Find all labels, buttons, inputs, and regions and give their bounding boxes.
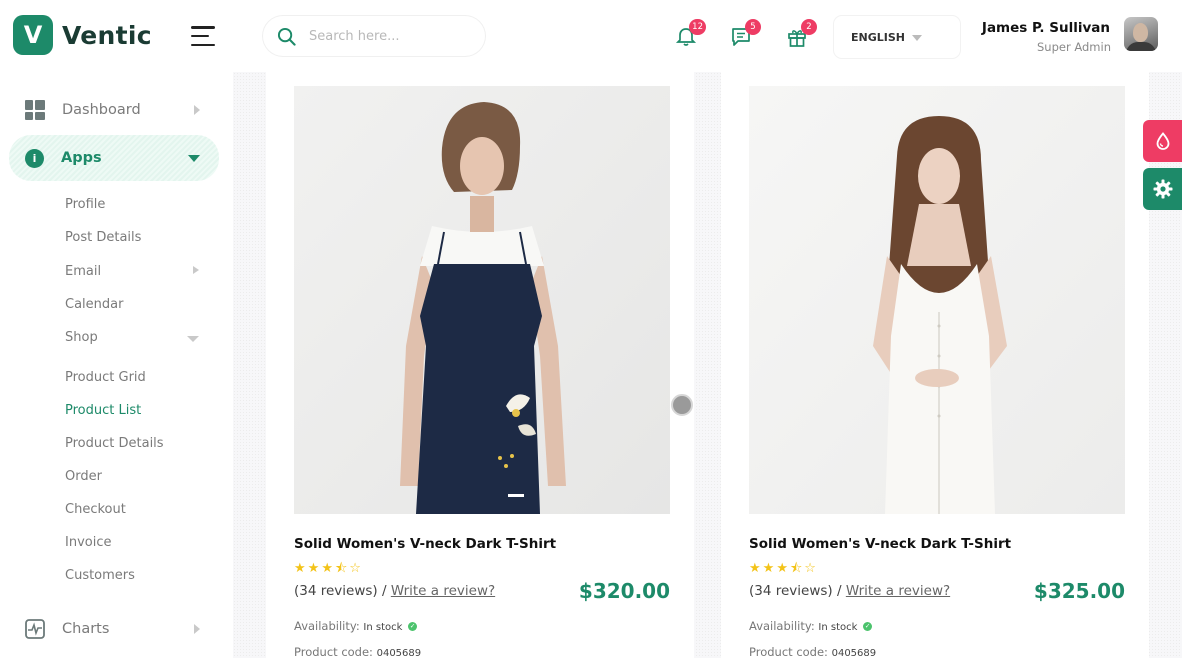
sidebar-item-dashboard[interactable]: Dashboard — [9, 87, 219, 133]
brand-name: Ventic — [62, 20, 152, 50]
product-price: $325.00 — [1033, 579, 1125, 603]
product-code: Product code: 0405689 — [294, 645, 421, 658]
pulse-chart-icon — [25, 619, 45, 639]
product-list-content: Solid Women's V-neck Dark T-Shirt ★ ★ ★ ⯪ ☆ … — [233, 72, 1182, 658]
dashboard-grid-icon — [25, 100, 45, 120]
chevron-right-icon — [194, 105, 200, 115]
chevron-down-icon — [912, 35, 922, 41]
product-code-label: Product code: — [749, 645, 828, 658]
info-icon: i — [25, 148, 44, 168]
sidebar-item-label: Charts — [62, 621, 110, 637]
language-select[interactable]: ENGLISH — [834, 16, 960, 58]
write-review-link[interactable]: Write a review? — [391, 583, 495, 599]
gifts-button[interactable]: 2 — [786, 19, 817, 48]
rating-stars: ★ ★ ★ ⯪ ☆ — [294, 562, 361, 575]
sidebar-item-label: Apps — [61, 150, 102, 166]
product-card: Solid Women's V-neck Dark T-Shirt ★ ★ ★ ⯪ ☆ … — [266, 72, 694, 658]
star-half-icon: ⯪ — [789, 561, 803, 576]
avatar[interactable] — [1124, 17, 1158, 51]
sidebar-subitem-checkout[interactable]: Checkout — [65, 502, 126, 517]
star-full-icon: ★ — [294, 561, 306, 576]
chevron-down-icon — [188, 154, 200, 162]
star-full-icon: ★ — [321, 561, 333, 576]
review-count: (34 reviews) — [749, 583, 833, 599]
gift-count-badge: 2 — [801, 19, 817, 35]
product-code-value: 0405689 — [376, 648, 422, 658]
availability-label: Availability: — [294, 619, 360, 633]
gear-icon — [1153, 179, 1172, 199]
star-full-icon: ★ — [762, 561, 775, 576]
chevron-right-icon — [194, 624, 200, 634]
user-name[interactable]: James P. Sullivan — [982, 20, 1110, 36]
sidebar-subitem-profile[interactable]: Profile — [65, 197, 105, 212]
review-summary: (34 reviews) / Write a review? — [294, 583, 495, 599]
check-circle-icon: ✓ — [863, 622, 873, 631]
rating-stars: ★ ★ ★ ⯪ ☆ — [749, 562, 816, 575]
user-role: Super Admin — [1037, 40, 1111, 54]
review-count: (34 reviews) — [294, 583, 378, 599]
logo[interactable]: V Ventic — [13, 15, 152, 55]
review-separator: / — [836, 583, 842, 599]
sidebar-item-charts[interactable]: Charts — [9, 606, 219, 652]
sidebar-subitem-product-grid[interactable]: Product Grid — [65, 370, 146, 385]
search-icon — [277, 27, 296, 46]
availability-value: In stock — [818, 622, 858, 633]
drag-handle[interactable] — [671, 394, 693, 416]
availability: Availability: In stock ✓ — [749, 619, 873, 633]
availability-label: Availability: — [749, 619, 815, 633]
search-box[interactable] — [263, 16, 485, 56]
settings-button[interactable] — [1143, 168, 1182, 210]
product-title[interactable]: Solid Women's V-neck Dark T-Shirt — [294, 536, 556, 552]
theme-color-button[interactable] — [1143, 120, 1182, 162]
search-input[interactable] — [309, 28, 469, 44]
product-image[interactable] — [749, 86, 1125, 514]
messages-button[interactable]: 5 — [730, 19, 761, 48]
product-card: Solid Women's V-neck Dark T-Shirt ★ ★ ★ ⯪ ☆ … — [721, 72, 1149, 658]
chevron-right-icon — [193, 266, 199, 274]
message-count-badge: 5 — [745, 19, 761, 35]
star-empty-icon: ☆ — [349, 561, 361, 576]
sidebar-subitem-order[interactable]: Order — [65, 469, 102, 484]
check-circle-icon: ✓ — [408, 622, 418, 631]
sidebar-subitem-calendar[interactable]: Calendar — [65, 297, 123, 312]
droplet-icon — [1156, 132, 1169, 150]
sidebar-subitem-customers[interactable]: Customers — [65, 568, 135, 583]
sidebar: V Ventic Dashboard i Apps Profile Post D… — [0, 0, 233, 658]
write-review-link[interactable]: Write a review? — [846, 583, 950, 599]
star-full-icon: ★ — [307, 561, 320, 576]
notification-count-badge: 12 — [689, 19, 706, 35]
top-header: 12 5 2 ENGLISH James P. Sullivan Super A… — [233, 0, 1182, 72]
sidebar-item-label: Dashboard — [62, 102, 141, 118]
product-code-label: Product code: — [294, 645, 373, 658]
star-full-icon: ★ — [749, 561, 761, 576]
sidebar-subitem-post-details[interactable]: Post Details — [65, 230, 141, 245]
review-separator: / — [381, 583, 387, 599]
language-label: ENGLISH — [851, 30, 905, 44]
review-summary: (34 reviews) / Write a review? — [749, 583, 950, 599]
product-code: Product code: 0405689 — [749, 645, 876, 658]
notifications-button[interactable]: 12 — [675, 19, 706, 48]
product-image[interactable] — [294, 86, 670, 514]
sidebar-subitem-product-list[interactable]: Product List — [65, 403, 141, 418]
product-code-value: 0405689 — [831, 648, 877, 658]
star-full-icon: ★ — [776, 561, 788, 576]
star-empty-icon: ☆ — [804, 561, 816, 576]
chevron-down-icon — [187, 336, 199, 342]
sidebar-subitem-invoice[interactable]: Invoice — [65, 535, 111, 550]
star-half-icon: ⯪ — [334, 561, 348, 576]
availability: Availability: In stock ✓ — [294, 619, 418, 633]
availability-value: In stock — [363, 622, 403, 633]
sidebar-subitem-product-details[interactable]: Product Details — [65, 436, 164, 451]
menu-toggle-icon[interactable] — [191, 26, 215, 46]
product-title[interactable]: Solid Women's V-neck Dark T-Shirt — [749, 536, 1011, 552]
product-price: $320.00 — [578, 579, 670, 603]
sidebar-subitem-shop[interactable]: Shop — [65, 330, 98, 345]
sidebar-subitem-email[interactable]: Email — [65, 264, 101, 279]
sidebar-item-apps[interactable]: i Apps — [9, 135, 219, 181]
logo-mark: V — [13, 15, 53, 55]
